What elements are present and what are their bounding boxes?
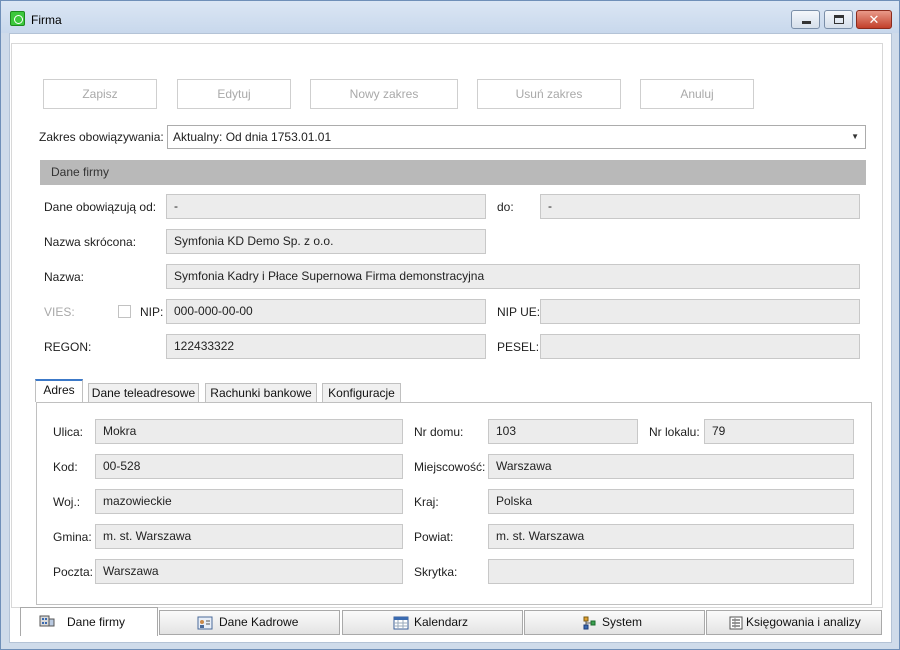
flat-number-label: Nr lokalu: bbox=[649, 425, 700, 439]
address-tab-panel: Ulica: Mokra Nr domu: 103 Nr lokalu: 79 … bbox=[36, 402, 872, 605]
bottom-tab-label: Kalendarz bbox=[414, 615, 469, 629]
pesel-field[interactable] bbox=[540, 334, 860, 359]
scope-value: Aktualny: Od dnia 1753.01.01 bbox=[173, 130, 332, 144]
vies-label: VIES: bbox=[44, 305, 75, 319]
voivodeship-label: Woj.: bbox=[53, 495, 81, 509]
post-office-field[interactable]: Warszawa bbox=[95, 559, 403, 584]
bottom-tab-calendar[interactable]: Kalendarz bbox=[342, 610, 523, 635]
street-label: Ulica: bbox=[53, 425, 84, 439]
tab-contact-data[interactable]: Dane teleadresowe bbox=[88, 383, 199, 402]
country-field[interactable]: Polska bbox=[488, 489, 854, 514]
scope-label: Zakres obowiązywania: bbox=[39, 130, 164, 144]
app-icon bbox=[10, 11, 25, 26]
valid-from-label: Dane obowiązują od: bbox=[44, 200, 157, 214]
bottom-nav: Dane firmy Dane Kadrowe Kalendarz System… bbox=[9, 607, 892, 641]
street-field[interactable]: Mokra bbox=[95, 419, 403, 444]
nip-label: NIP: bbox=[140, 305, 164, 319]
pesel-label: PESEL: bbox=[497, 340, 540, 354]
city-label: Miejscowość: bbox=[414, 460, 486, 474]
bottom-tab-label: Dane Kadrowe bbox=[219, 615, 299, 629]
postcode-label: Kod: bbox=[53, 460, 78, 474]
commune-field[interactable]: m. st. Warszawa bbox=[95, 524, 403, 549]
save-button[interactable]: Zapisz bbox=[43, 79, 157, 109]
valid-from-field[interactable]: - bbox=[166, 194, 486, 219]
bottom-tab-system[interactable]: System bbox=[524, 610, 705, 635]
regon-field[interactable]: 122433322 bbox=[166, 334, 486, 359]
postcode-field[interactable]: 00-528 bbox=[95, 454, 403, 479]
city-field[interactable]: Warszawa bbox=[488, 454, 854, 479]
new-range-button[interactable]: Nowy zakres bbox=[310, 79, 458, 109]
close-icon: ✕ bbox=[868, 12, 880, 27]
house-number-field[interactable]: 103 bbox=[488, 419, 638, 444]
tab-configurations[interactable]: Konfiguracje bbox=[322, 383, 401, 402]
accounting-icon bbox=[729, 616, 743, 630]
window-title: Firma bbox=[31, 13, 62, 27]
regon-label: REGON: bbox=[44, 340, 92, 354]
client-area: Zapisz Edytuj Nowy zakres Usuń zakres An… bbox=[9, 33, 892, 643]
country-label: Kraj: bbox=[414, 495, 439, 509]
bottom-tab-label: System bbox=[602, 615, 643, 629]
delete-range-button[interactable]: Usuń zakres bbox=[477, 79, 621, 109]
minimize-icon bbox=[802, 21, 811, 24]
form-panel: Zapisz Edytuj Nowy zakres Usuń zakres An… bbox=[11, 43, 883, 608]
maximize-button[interactable] bbox=[824, 10, 853, 29]
close-button[interactable]: ✕ bbox=[856, 10, 892, 29]
nip-ue-label: NIP UE: bbox=[497, 305, 541, 319]
bottom-tab-company-data[interactable]: Dane firmy bbox=[20, 607, 158, 636]
nip-field[interactable]: 000-000-00-00 bbox=[166, 299, 486, 324]
edit-button[interactable]: Edytuj bbox=[177, 79, 291, 109]
bottom-tab-label: Księgowania i analizy bbox=[746, 615, 861, 629]
firma-window: Firma ✕ Zapisz Edytuj Nowy zakres Usuń z… bbox=[0, 0, 900, 650]
flat-number-field[interactable]: 79 bbox=[704, 419, 854, 444]
tab-address[interactable]: Adres bbox=[35, 379, 83, 402]
calendar-icon bbox=[393, 616, 409, 630]
minimize-button[interactable] bbox=[791, 10, 820, 29]
company-data-header: Dane firmy bbox=[40, 160, 866, 185]
county-field[interactable]: m. st. Warszawa bbox=[488, 524, 854, 549]
hr-icon bbox=[197, 616, 213, 630]
house-number-label: Nr domu: bbox=[414, 425, 464, 439]
chevron-down-icon[interactable]: ▼ bbox=[851, 126, 859, 148]
bottom-tab-label: Dane firmy bbox=[67, 615, 126, 629]
system-icon bbox=[583, 616, 596, 630]
commune-label: Gmina: bbox=[53, 530, 92, 544]
bottom-tab-hr-data[interactable]: Dane Kadrowe bbox=[159, 610, 340, 635]
short-name-field[interactable]: Symfonia KD Demo Sp. z o.o. bbox=[166, 229, 486, 254]
valid-to-label: do: bbox=[497, 200, 514, 214]
title-bar[interactable]: Firma ✕ bbox=[1, 1, 899, 33]
voivodeship-field[interactable]: mazowieckie bbox=[95, 489, 403, 514]
scope-select[interactable]: Aktualny: Od dnia 1753.01.01 ▼ bbox=[167, 125, 866, 149]
po-box-field[interactable] bbox=[488, 559, 854, 584]
post-office-label: Poczta: bbox=[53, 565, 94, 579]
po-box-label: Skrytka: bbox=[414, 565, 458, 579]
tab-bank-accounts[interactable]: Rachunki bankowe bbox=[205, 383, 317, 402]
maximize-icon bbox=[834, 15, 844, 24]
valid-to-field[interactable]: - bbox=[540, 194, 860, 219]
name-label: Nazwa: bbox=[44, 270, 85, 284]
vies-checkbox[interactable] bbox=[118, 305, 131, 318]
company-icon bbox=[39, 615, 55, 627]
bottom-tab-accounting[interactable]: Księgowania i analizy bbox=[706, 610, 882, 635]
county-label: Powiat: bbox=[414, 530, 454, 544]
name-field[interactable]: Symfonia Kadry i Płace Supernowa Firma d… bbox=[166, 264, 860, 289]
cancel-button[interactable]: Anuluj bbox=[640, 79, 754, 109]
nip-ue-field[interactable] bbox=[540, 299, 860, 324]
short-name-label: Nazwa skrócona: bbox=[44, 235, 137, 249]
